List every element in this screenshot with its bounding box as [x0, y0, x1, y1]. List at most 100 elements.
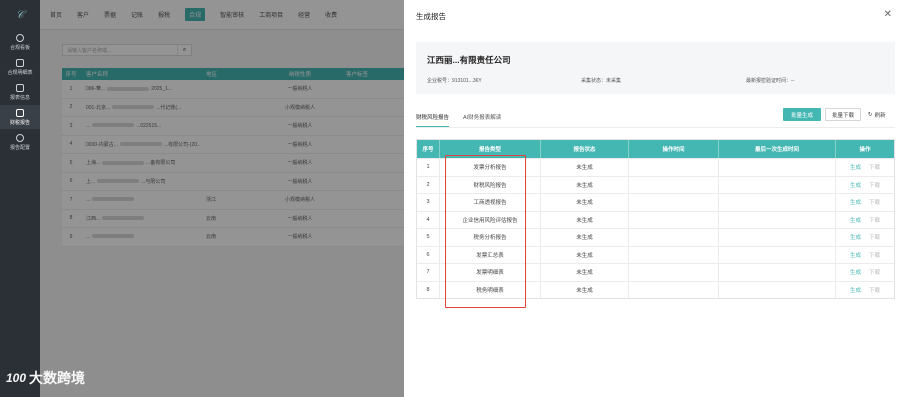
row-no: 1 [417, 159, 440, 176]
company-name: 江西丽...有限责任公司 [427, 55, 511, 65]
generate-link[interactable]: 生成 [850, 268, 861, 276]
row-op-time [629, 229, 719, 246]
row-op-time [629, 194, 719, 211]
row-op-time [629, 281, 719, 298]
row-no: 4 [417, 211, 440, 228]
watermark-logo: 100 [6, 371, 27, 385]
row-report-status: 未生成 [541, 159, 629, 176]
tab-ai-statement-analysis[interactable]: AI财务报表解读 [463, 113, 501, 127]
download-link[interactable]: 下载 [869, 198, 880, 206]
row-report-type: 发票汇总表 [440, 246, 541, 263]
clock-icon [16, 33, 24, 42]
clipboard-icon [16, 108, 24, 117]
table-row: 7 发票明细表 未生成 生成 下载 [417, 263, 894, 281]
monitor-icon [16, 83, 24, 92]
row-report-type: 发票分析报告 [440, 159, 541, 176]
row-no: 6 [417, 246, 440, 263]
row-no: 7 [417, 264, 440, 281]
collect-status-label: 采集状态： [581, 78, 607, 84]
row-actions: 生成 下载 [836, 212, 894, 229]
row-report-status: 未生成 [541, 211, 629, 228]
sidebar: 𝒞 合规看板 合规明细表 报表信息 财税报告 报告配置 [0, 0, 40, 397]
table-row: 1 发票分析报告 未生成 生成 下载 [417, 158, 894, 176]
table-row: 8 税务明细表 未生成 生成 下载 [417, 280, 894, 299]
row-report-type: 税务明细表 [440, 281, 541, 298]
sidebar-item-label: 合规看板 [9, 44, 30, 51]
header-last-time: 最后一次生成时间 [719, 140, 836, 158]
download-link[interactable]: 下载 [869, 163, 880, 171]
download-link[interactable]: 下载 [869, 286, 880, 294]
tax-id-value: 913101...36Y [452, 78, 482, 84]
table-row: 5 税务分析报告 未生成 生成 下载 [417, 228, 894, 246]
row-report-type: 企业信用风险评估报告 [440, 211, 541, 228]
tab-divider [416, 127, 895, 128]
header-report-status: 报告状态 [541, 140, 629, 158]
report-table: 序号 报告类型 报告状态 操作时间 最后一次生成时间 操作 1 发票分析报告 未生成… [416, 139, 895, 299]
download-link[interactable]: 下载 [869, 181, 880, 189]
modal-backdrop[interactable] [40, 0, 404, 397]
row-report-type: 财税风险报告 [440, 176, 541, 193]
table-row: 3 工商透视报告 未生成 生成 下载 [417, 193, 894, 211]
row-actions: 生成 下载 [836, 194, 894, 211]
sidebar-item-label: 合规明细表 [7, 69, 33, 76]
close-icon[interactable]: ✕ [884, 9, 892, 20]
header-report-type: 报告类型 [440, 140, 541, 158]
row-actions: 生成 下载 [836, 177, 894, 194]
generate-link[interactable]: 生成 [850, 181, 861, 189]
download-link[interactable]: 下载 [869, 251, 880, 259]
tax-id: 企业税号：913101...36Y [427, 77, 482, 84]
row-last-time [719, 211, 836, 228]
company-info-panel: 江西丽...有限责任公司 企业税号：913101...36Y 采集状态：未采集 … [416, 42, 895, 94]
refresh-icon: ↻ [868, 111, 873, 118]
row-actions: 生成 下载 [836, 264, 894, 281]
row-report-status: 未生成 [541, 264, 629, 281]
row-last-time [719, 159, 836, 176]
generate-link[interactable]: 生成 [850, 251, 861, 259]
row-actions: 生成 下载 [836, 282, 894, 299]
generate-link[interactable]: 生成 [850, 286, 861, 294]
row-report-status: 未生成 [541, 246, 629, 263]
row-no: 3 [417, 194, 440, 211]
batch-download-button[interactable]: 批量下载 [825, 108, 861, 121]
header-actions: 操作 [859, 147, 871, 153]
sidebar-item-report-config[interactable]: 报告配置 [0, 130, 40, 154]
generate-link[interactable]: 生成 [850, 198, 861, 206]
row-report-status: 未生成 [541, 229, 629, 246]
generate-link[interactable]: 生成 [850, 233, 861, 241]
last-verify-label: 最新报密验证时间： [746, 78, 792, 84]
generate-link[interactable]: 生成 [850, 216, 861, 224]
row-report-status: 未生成 [541, 176, 629, 193]
row-op-time [629, 176, 719, 193]
sidebar-item-tax-report[interactable]: 财税报告 [0, 105, 40, 129]
row-report-status: 未生成 [541, 281, 629, 298]
row-actions: 生成 下载 [836, 247, 894, 264]
row-last-time [719, 264, 836, 281]
refresh-button[interactable]: ↻ 刷新 [868, 108, 886, 121]
sidebar-item-label: 财税报告 [9, 119, 30, 126]
collect-status: 采集状态：未采集 [581, 77, 621, 84]
tax-id-label: 企业税号： [427, 78, 453, 84]
collect-status-value: 未采集 [606, 78, 622, 84]
table-row: 6 发票汇总表 未生成 生成 下载 [417, 245, 894, 264]
row-report-status: 未生成 [541, 194, 629, 211]
row-report-type: 工商透视报告 [440, 194, 541, 211]
last-verify-time: 最新报密验证时间：-- [746, 77, 794, 84]
row-actions: 生成 下载 [836, 159, 894, 176]
row-report-type: 税务分析报告 [440, 229, 541, 246]
download-link[interactable]: 下载 [869, 268, 880, 276]
batch-generate-button[interactable]: 批量生成 [783, 108, 821, 121]
sidebar-item-label: 报告配置 [9, 144, 30, 151]
calendar-icon [16, 58, 24, 67]
sidebar-item-report-info[interactable]: 报表信息 [0, 80, 40, 104]
download-link[interactable]: 下载 [869, 233, 880, 241]
row-op-time [629, 246, 719, 263]
refresh-label: 刷新 [874, 112, 886, 119]
tab-tax-risk-report[interactable]: 财税风险报告 [416, 113, 450, 127]
generate-link[interactable]: 生成 [850, 163, 861, 171]
row-last-time [719, 281, 836, 298]
row-op-time [629, 264, 719, 281]
sidebar-item-compliance-detail[interactable]: 合规明细表 [0, 55, 40, 79]
download-link[interactable]: 下载 [869, 216, 880, 224]
sidebar-item-compliance-board[interactable]: 合规看板 [0, 30, 40, 54]
row-no: 8 [417, 281, 440, 298]
